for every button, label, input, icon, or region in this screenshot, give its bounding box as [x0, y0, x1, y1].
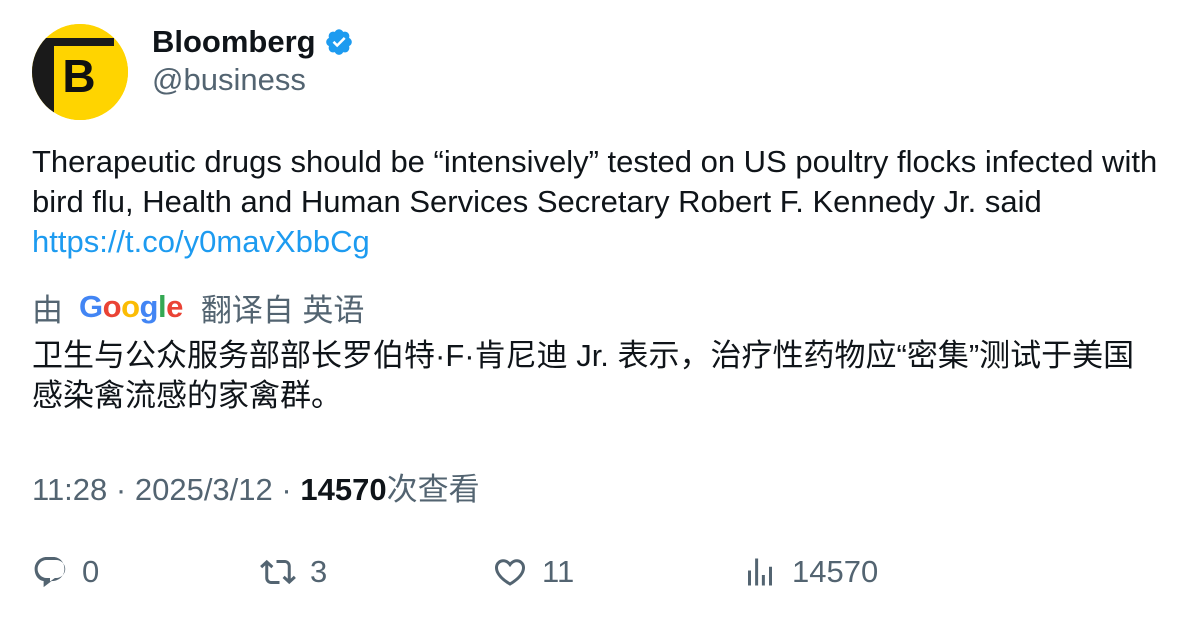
avatar[interactable]: B [32, 24, 128, 120]
translated-by-prefix: 由 [32, 292, 63, 328]
tweet-text: Therapeutic drugs should be “intensively… [32, 142, 1172, 262]
tweet-link[interactable]: https://t.co/y0mavXbbCg [32, 224, 370, 259]
retweet-icon [260, 559, 296, 585]
verified-badge-icon [324, 27, 354, 57]
views-icon [748, 558, 772, 586]
translated-by[interactable]: 由 Google 翻译自 英语 [32, 286, 364, 328]
author-name-row[interactable]: Bloomberg [152, 22, 354, 62]
like-button[interactable]: 11 [492, 550, 574, 594]
tweet-body: Therapeutic drugs should be “intensively… [32, 144, 1158, 219]
reply-button[interactable]: 0 [32, 550, 99, 594]
tweet-time[interactable]: 11:28 [32, 472, 107, 507]
display-name[interactable]: Bloomberg [152, 24, 316, 60]
action-bar: 0 3 11 14570 [32, 550, 1172, 594]
reply-icon [34, 557, 66, 588]
views-button[interactable]: 14570 [742, 550, 878, 594]
views-label: 次查看 [386, 472, 480, 507]
views-count: 14570 [300, 472, 387, 507]
heart-icon [494, 559, 526, 586]
translated-by-suffix: 翻译自 英语 [200, 292, 365, 328]
views-action-count: 14570 [792, 554, 879, 589]
meta-separator: · [115, 472, 127, 507]
author-handle[interactable]: @business [152, 62, 306, 98]
svg-text:B: B [62, 50, 95, 102]
like-count: 11 [542, 554, 575, 589]
meta-separator: · [281, 472, 292, 507]
bloomberg-logo: B [32, 24, 128, 120]
tweet-date[interactable]: 2025/3/12 [135, 472, 273, 507]
google-logo: Google [79, 289, 183, 324]
reply-count: 0 [82, 554, 100, 589]
retweet-button[interactable]: 3 [260, 550, 327, 594]
translated-text: 卫生与公众服务部部长罗伯特·F·肯尼迪 Jr. 表示，治疗性药物应“密集”测试于… [32, 338, 1135, 413]
retweet-count: 3 [310, 554, 328, 589]
tweet-meta: 11:28 · 2025/3/12 · 14570次查看 [32, 464, 480, 509]
